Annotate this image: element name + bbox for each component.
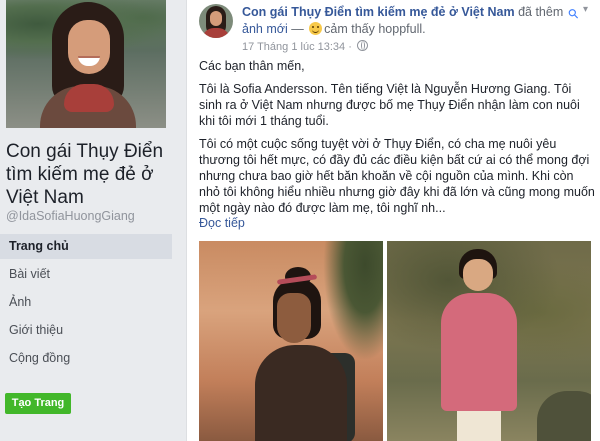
smile-emoji-icon xyxy=(309,22,323,35)
page-nav: Trang chủ Bài viết Ảnh Giới thiệu Cộng đ… xyxy=(0,234,172,374)
post-body: Các bạn thân mến, Tôi là Sofia Andersson… xyxy=(199,58,597,223)
avatar-body xyxy=(202,28,230,38)
post-photo-woman[interactable] xyxy=(199,241,383,441)
timestamp-text[interactable]: 17 Tháng 1 lúc 13:34 · xyxy=(242,41,355,53)
nav-item-posts[interactable]: Bài viết xyxy=(0,262,172,287)
nav-item-photos[interactable]: Ảnh xyxy=(0,290,172,315)
photo-white-pants xyxy=(457,411,501,441)
new-photos-link[interactable]: ảnh mới xyxy=(242,22,288,36)
post-card: Con gái Thụy Điển tìm kiếm mẹ đẻ ở Việt … xyxy=(186,0,600,441)
feeling-prefix: — xyxy=(287,22,308,36)
profile-photo-scarf xyxy=(64,84,114,112)
photo-body xyxy=(255,345,347,441)
post-timestamp[interactable]: 17 Tháng 1 lúc 13:34 · xyxy=(242,40,368,53)
pin-icon[interactable]: ⚲ xyxy=(565,3,583,22)
page-sidebar: Con gái Thụy Điển tìm kiếm mẹ đẻ ở Việt … xyxy=(0,0,172,441)
post-paragraph: Tôi có một cuộc sống tuyệt vời ở Thụy Đi… xyxy=(199,137,595,215)
nav-item-about[interactable]: Giới thiệu xyxy=(0,318,172,343)
post-action-text: đã thêm xyxy=(514,5,564,19)
post-author-link[interactable]: Con gái Thụy Điển tìm kiếm mẹ đẻ ở Việt … xyxy=(242,5,515,19)
post-paragraph: Tôi là Sofia Andersson. Tên tiếng Việt l… xyxy=(199,82,580,128)
globe-icon xyxy=(356,40,368,51)
photo-face xyxy=(277,293,311,343)
feeling-text: cảm thấy hoppfull. xyxy=(324,22,426,36)
page-username[interactable]: @IdaSofiaHuongGiang xyxy=(6,209,135,223)
photo-rock xyxy=(537,391,591,441)
nav-item-home[interactable]: Trang chủ xyxy=(0,234,172,259)
profile-photo[interactable] xyxy=(6,0,166,128)
see-more-link[interactable]: Đọc tiếp xyxy=(199,216,245,230)
nav-item-community[interactable]: Cộng đồng xyxy=(0,346,172,371)
post-header: Con gái Thụy Điển tìm kiếm mẹ đẻ ở Việt … xyxy=(242,4,567,38)
create-page-button[interactable]: Tạo Trang xyxy=(5,393,71,414)
post-paragraph: Các bạn thân mến, xyxy=(199,59,305,73)
post-photo-child[interactable] xyxy=(387,241,591,441)
photo-child-face xyxy=(463,259,493,291)
chevron-down-icon[interactable]: ▾ xyxy=(583,4,588,15)
avatar-face xyxy=(210,11,222,26)
photo-pink-dress xyxy=(441,293,517,411)
author-avatar[interactable] xyxy=(199,4,233,38)
page-title[interactable]: Con gái Thụy Điển tìm kiếm mẹ đẻ ở Việt … xyxy=(6,140,166,209)
photo-palm xyxy=(323,241,383,361)
